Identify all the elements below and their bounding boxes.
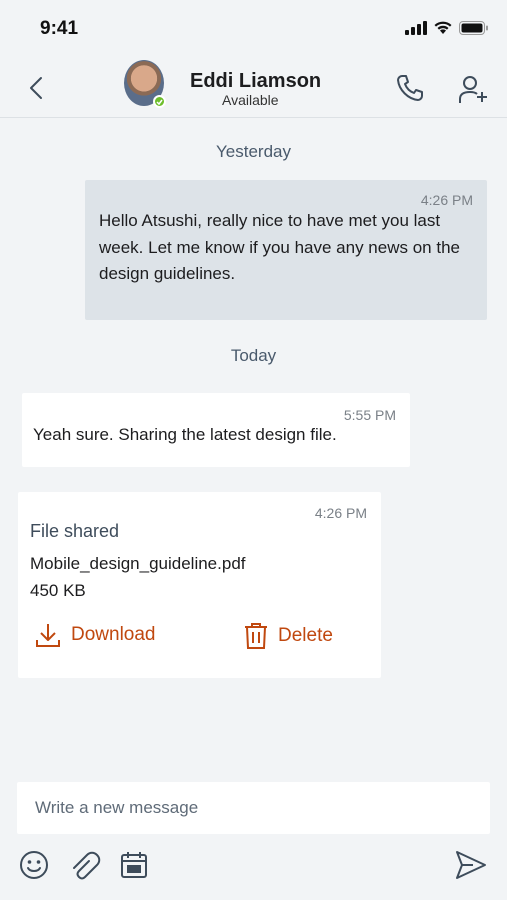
download-button[interactable]: Download xyxy=(35,622,156,648)
schedule-button[interactable] xyxy=(118,849,150,881)
message-input-placeholder: Write a new message xyxy=(35,798,199,817)
back-button[interactable] xyxy=(22,72,50,104)
message-text: Yeah sure. Sharing the latest design fil… xyxy=(33,425,337,444)
file-shared-card: 4:26 PM File shared Mobile_design_guidel… xyxy=(18,492,381,678)
download-label: Download xyxy=(71,624,156,645)
date-separator-yesterday: Yesterday xyxy=(216,142,291,161)
contact-status: Available xyxy=(222,92,279,108)
delete-label: Delete xyxy=(278,625,333,646)
outgoing-message-bubble[interactable]: 4:26 PM Hello Atsushi, really nice to ha… xyxy=(85,180,487,320)
emoji-icon xyxy=(20,851,48,879)
chevron-left-icon xyxy=(30,77,42,99)
attach-button[interactable] xyxy=(69,849,101,881)
phone-icon xyxy=(397,75,423,101)
trash-icon xyxy=(245,623,267,649)
date-separator-today: Today xyxy=(230,346,277,365)
status-icons xyxy=(405,20,489,35)
incoming-message-bubble[interactable]: 5:55 PM Yeah sure. Sharing the latest de… xyxy=(22,393,410,467)
presence-available-icon xyxy=(153,95,166,108)
message-input[interactable]: Write a new message xyxy=(17,782,490,834)
attachment-icon xyxy=(73,851,101,880)
file-size: 450 KB xyxy=(30,581,86,600)
file-name[interactable]: Mobile_design_guideline.pdf xyxy=(30,554,246,574)
download-icon xyxy=(36,624,60,647)
contact-name[interactable]: Eddi Liamson xyxy=(190,70,321,93)
emoji-button[interactable] xyxy=(18,849,50,881)
signal-icon xyxy=(405,20,427,35)
avatar[interactable] xyxy=(124,60,166,108)
chat-header: Eddi Liamson Available xyxy=(0,58,507,118)
delete-button[interactable]: Delete xyxy=(244,622,333,650)
message-timestamp: 5:55 PM xyxy=(343,407,396,423)
message-timestamp: 4:26 PM xyxy=(420,192,473,208)
add-participant-button[interactable] xyxy=(457,74,489,106)
message-timestamp: 4:26 PM xyxy=(314,505,367,521)
send-icon xyxy=(456,851,486,879)
battery-icon xyxy=(459,20,488,35)
status-time: 9:41 xyxy=(40,18,79,39)
send-button[interactable] xyxy=(455,849,487,881)
wifi-icon xyxy=(434,21,452,34)
call-button[interactable] xyxy=(394,72,426,104)
file-card-title: File shared xyxy=(30,521,120,541)
add-user-icon xyxy=(459,76,487,103)
message-text: Hello Atsushi, really nice to have met y… xyxy=(99,211,460,283)
status-bar: 9:41 xyxy=(0,0,507,58)
calendar-icon xyxy=(121,852,147,878)
